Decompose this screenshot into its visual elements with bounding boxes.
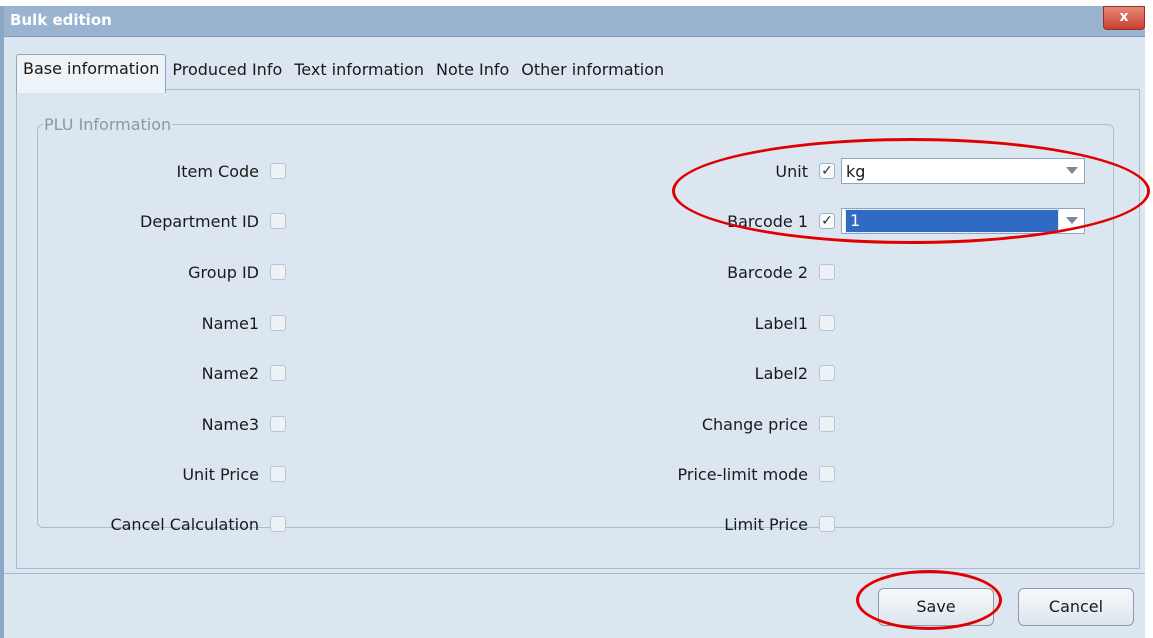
field-label: Barcode 1 [727, 211, 808, 231]
field-change-price: Change price [553, 412, 835, 436]
field-limit-price: Limit Price [553, 512, 835, 536]
checkmark-icon: ✓ [821, 213, 833, 229]
name3-checkbox[interactable] [270, 416, 286, 432]
field-label: Group ID [188, 262, 259, 282]
field-group-id: Group ID [37, 260, 286, 284]
field-label: Department ID [140, 211, 259, 231]
close-button[interactable]: x [1103, 6, 1145, 30]
barcode-1-checkbox[interactable]: ✓ [819, 213, 835, 229]
close-icon: x [1119, 9, 1129, 25]
price-limit-mode-checkbox[interactable] [819, 466, 835, 482]
chevron-down-icon [1066, 167, 1078, 174]
field-label: Name3 [201, 414, 259, 434]
group-id-checkbox[interactable] [270, 264, 286, 280]
field-label: Name1 [201, 313, 259, 333]
footer-divider [4, 573, 1145, 574]
title-bar[interactable]: Bulk edition x [4, 6, 1145, 37]
field-label: Change price [701, 414, 808, 434]
save-button[interactable]: Save [878, 588, 994, 626]
field-price-limit-mode: Price-limit mode [553, 462, 835, 486]
group-title: PLU Information [44, 115, 172, 134]
field-unit: Unit ✓ kg [553, 158, 1085, 184]
checkmark-icon: ✓ [821, 163, 833, 179]
tab-bar: Base information Produced Info Text info… [16, 54, 670, 93]
item-code-checkbox[interactable] [270, 163, 286, 179]
unit-dropdown[interactable]: kg [841, 158, 1085, 184]
window-title: Bulk edition [10, 11, 112, 29]
limit-price-checkbox[interactable] [819, 516, 835, 532]
tab-text-information[interactable]: Text information [288, 56, 430, 88]
field-label: Unit [775, 161, 808, 181]
field-unit-price: Unit Price [37, 462, 286, 486]
barcode-2-checkbox[interactable] [819, 264, 835, 280]
field-label: Limit Price [724, 514, 808, 534]
tab-note-info[interactable]: Note Info [430, 56, 515, 88]
tab-base-information[interactable]: Base information [16, 54, 167, 93]
cancel-button[interactable]: Cancel [1018, 588, 1134, 626]
barcode-1-value: 1 [845, 209, 1059, 233]
base-information-panel: PLU Information Item Code Department ID … [16, 89, 1140, 569]
name2-checkbox[interactable] [270, 365, 286, 381]
field-label: Unit Price [182, 464, 259, 484]
unit-checkbox[interactable]: ✓ [819, 163, 835, 179]
label1-checkbox[interactable] [819, 315, 835, 331]
field-label: Barcode 2 [727, 262, 808, 282]
barcode-1-dropdown[interactable]: 1 [841, 208, 1085, 234]
field-department-id: Department ID [37, 209, 286, 233]
field-name1: Name1 [37, 311, 286, 335]
tab-produced-info[interactable]: Produced Info [166, 56, 288, 88]
unit-price-checkbox[interactable] [270, 466, 286, 482]
field-label1: Label1 [553, 311, 835, 335]
tab-other-information[interactable]: Other information [515, 56, 670, 88]
label2-checkbox[interactable] [819, 365, 835, 381]
field-name2: Name2 [37, 361, 286, 385]
field-barcode-2: Barcode 2 [553, 260, 835, 284]
chevron-down-icon [1066, 217, 1078, 224]
cancel-calculation-checkbox[interactable] [270, 516, 286, 532]
field-label: Item Code [176, 161, 259, 181]
field-label: Label1 [754, 313, 808, 333]
change-price-checkbox[interactable] [819, 416, 835, 432]
field-barcode-1: Barcode 1 ✓ 1 [553, 208, 1085, 234]
field-name3: Name3 [37, 412, 286, 436]
field-label: Name2 [201, 363, 259, 383]
field-cancel-calculation: Cancel Calculation [37, 512, 286, 536]
department-id-checkbox[interactable] [270, 213, 286, 229]
field-label: Label2 [754, 363, 808, 383]
bulk-edition-dialog: Bulk edition x Base information Produced… [0, 6, 1145, 638]
name1-checkbox[interactable] [270, 315, 286, 331]
field-label2: Label2 [553, 361, 835, 385]
field-label: Price-limit mode [677, 464, 808, 484]
field-label: Cancel Calculation [110, 514, 259, 534]
unit-value: kg [846, 161, 866, 181]
field-item-code: Item Code [37, 159, 286, 183]
